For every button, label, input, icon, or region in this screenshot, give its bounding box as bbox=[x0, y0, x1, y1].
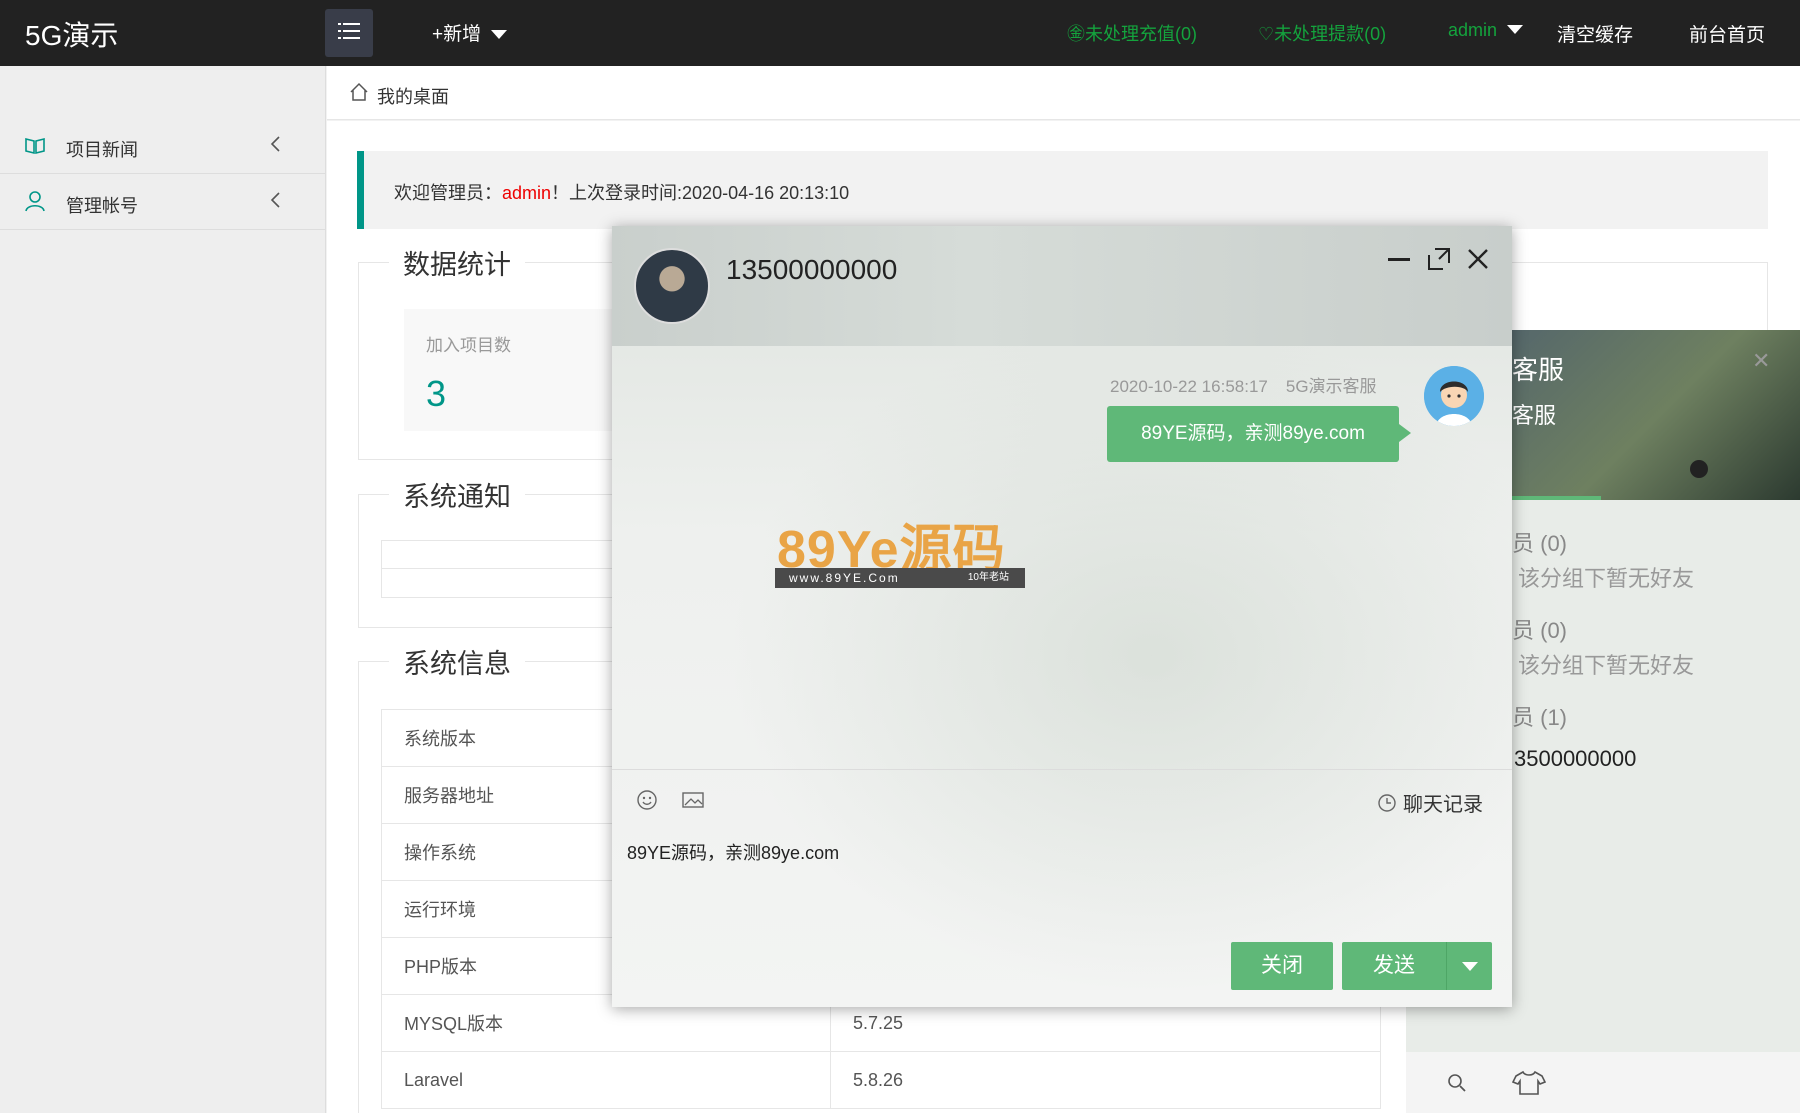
info-value: 5.8.26 bbox=[830, 1051, 1381, 1109]
close-icon[interactable]: ✕ bbox=[1752, 348, 1770, 374]
watermark-strip: www.89YE.Com 10年老站 bbox=[775, 568, 1025, 588]
friend-item[interactable]: 3500000000 bbox=[1514, 746, 1636, 772]
stat-value: 3 bbox=[426, 373, 447, 414]
welcome-text: 欢迎管理员：admin！上次登录时间:2020-04-16 20:13:10 bbox=[394, 179, 849, 205]
image-icon[interactable] bbox=[681, 789, 705, 816]
pending-recharge-link[interactable]: ㊎未处理充值(0) bbox=[1067, 20, 1197, 46]
chat-contact-name: 13500000000 bbox=[726, 254, 898, 285]
service-avatar[interactable] bbox=[1424, 366, 1484, 426]
watermark-logo: 89Ye源码 www.89YE.Com 10年老站 bbox=[775, 522, 1025, 590]
chevron-left-icon bbox=[268, 134, 282, 154]
skin-icon[interactable] bbox=[1511, 1070, 1547, 1101]
friend-group-empty: 该分组下暂无好友 bbox=[1518, 653, 1695, 678]
friend-group-empty: 该分组下暂无好友 bbox=[1518, 566, 1695, 591]
message-bubble: 89YE源码，亲测89ye.com bbox=[1107, 406, 1411, 462]
menu-toggle-button[interactable] bbox=[325, 9, 373, 57]
sidebar: 项目新闻 管理帐号 bbox=[0, 66, 326, 1113]
message-input[interactable]: 89YE源码，亲测89ye.com bbox=[627, 839, 839, 865]
section-title: 系统通知 bbox=[389, 475, 525, 514]
add-new-label: +新增 bbox=[432, 24, 482, 45]
front-home-link[interactable]: 前台首页 bbox=[1689, 20, 1765, 47]
sidebar-item-accounts[interactable]: 管理帐号 bbox=[0, 174, 326, 230]
message-time: 2020-10-22 16:58:17 bbox=[1110, 377, 1268, 396]
hamburger-icon bbox=[338, 22, 360, 44]
maximize-icon[interactable] bbox=[1426, 246, 1452, 272]
clear-cache-link[interactable]: 清空缓存 bbox=[1557, 20, 1633, 47]
message-bubble-icon[interactable] bbox=[1690, 460, 1708, 478]
friend-panel-subtitle: 客服 bbox=[1512, 403, 1557, 428]
user-menu[interactable]: admin bbox=[1448, 20, 1524, 41]
welcome-banner: 欢迎管理员：admin！上次登录时间:2020-04-16 20:13:10 bbox=[357, 151, 1768, 229]
sidebar-item-label: 管理帐号 bbox=[66, 196, 138, 216]
send-options-button[interactable] bbox=[1447, 942, 1492, 990]
chevron-down-icon bbox=[1461, 961, 1478, 971]
sidebar-item-news[interactable]: 项目新闻 bbox=[0, 118, 326, 174]
stat-card: 加入项目数 3 bbox=[404, 309, 644, 431]
close-icon[interactable] bbox=[1465, 246, 1491, 272]
user-icon bbox=[24, 190, 46, 212]
section-title: 数据统计 bbox=[389, 243, 525, 282]
welcome-admin-name: admin bbox=[502, 183, 552, 203]
divider bbox=[612, 769, 1512, 770]
stat-label: 加入项目数 bbox=[426, 336, 511, 355]
home-icon bbox=[349, 82, 369, 107]
chat-window: 13500000000 2020-10-22 16:58:17 5G演示客服 89… bbox=[612, 226, 1512, 1007]
user-name: admin bbox=[1448, 20, 1498, 40]
friend-panel-footer bbox=[1406, 1052, 1800, 1113]
watermark-tag: 10年老站 bbox=[967, 572, 1009, 583]
chat-title-bar[interactable] bbox=[612, 226, 1512, 346]
chevron-left-icon bbox=[268, 190, 282, 210]
welcome-prefix: 欢迎管理员： bbox=[394, 183, 502, 203]
chat-history-link[interactable]: 聊天记录 bbox=[1377, 788, 1483, 819]
friend-panel-title: 客服 bbox=[1512, 355, 1565, 385]
friend-group[interactable]: 员 (1) bbox=[1512, 700, 1567, 732]
friend-group[interactable]: 员 (0) bbox=[1512, 613, 1567, 645]
info-key: Laravel bbox=[381, 1051, 831, 1109]
search-icon[interactable] bbox=[1446, 1072, 1468, 1099]
send-button[interactable]: 发送 bbox=[1342, 942, 1446, 990]
clock-icon bbox=[1377, 793, 1397, 819]
close-button[interactable]: 关闭 bbox=[1231, 942, 1333, 990]
chevron-down-icon bbox=[491, 30, 508, 40]
watermark-site: www.89YE.Com bbox=[789, 571, 900, 585]
top-bar: 5G演示 +新增 ㊎未处理充值(0) ♡未处理提款(0) admin 清空缓存 … bbox=[0, 0, 1800, 66]
chevron-down-icon bbox=[1507, 24, 1524, 34]
section-title: 系统信息 bbox=[389, 642, 525, 681]
minimize-icon[interactable] bbox=[1386, 246, 1412, 272]
friend-group[interactable]: 员 (0) bbox=[1512, 526, 1567, 558]
breadcrumb-label[interactable]: 我的桌面 bbox=[377, 83, 449, 109]
message-sender: 5G演示客服 bbox=[1285, 377, 1377, 396]
breadcrumb: 我的桌面 bbox=[327, 66, 1800, 120]
pending-withdraw-link[interactable]: ♡未处理提款(0) bbox=[1258, 20, 1386, 46]
welcome-suffix: ！上次登录时间:2020-04-16 20:13:10 bbox=[551, 183, 850, 203]
add-new-menu[interactable]: +新增 bbox=[432, 19, 508, 46]
chat-history-label: 聊天记录 bbox=[1403, 794, 1483, 816]
sidebar-item-label: 项目新闻 bbox=[66, 140, 138, 160]
app-logo[interactable]: 5G演示 bbox=[25, 14, 118, 54]
message-meta: 2020-10-22 16:58:17 5G演示客服 bbox=[1110, 372, 1377, 397]
book-icon bbox=[24, 134, 46, 156]
emoji-icon[interactable] bbox=[636, 789, 658, 816]
table-row: Laravel 5.8.26 bbox=[381, 1051, 1381, 1109]
contact-avatar[interactable] bbox=[634, 248, 710, 324]
